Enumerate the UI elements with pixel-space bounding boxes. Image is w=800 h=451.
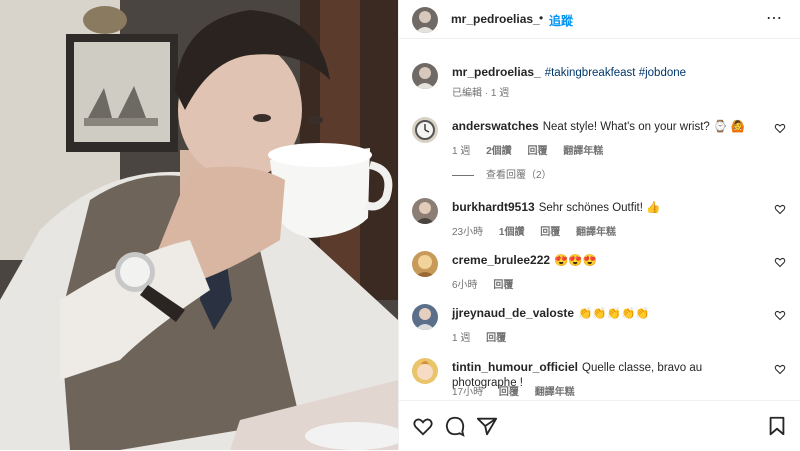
comment-body: Neat style! What's on your wrist? ⌚ 🙆	[542, 121, 745, 133]
comment-username[interactable]: creme_brulee222	[452, 253, 550, 267]
post-header: mr_pedroelias_ • 追蹤 ⋯	[399, 0, 800, 39]
caption-text: mr_pedroelias_ #takingbreakfeast #jobdone	[452, 65, 767, 81]
person-avatar-icon	[415, 11, 435, 33]
comment-text: creme_brulee222 😍😍😍	[452, 253, 767, 269]
comment-text: anderswatches Neat style! What's on your …	[452, 119, 767, 135]
comment-meta: 23小時 1個讚 回覆 翻譯年糕	[452, 223, 629, 238]
post-photo[interactable]	[0, 0, 398, 450]
replies-divider	[452, 174, 474, 176]
like-heart-icon[interactable]	[774, 256, 786, 268]
reply-button[interactable]: 回覆	[486, 333, 506, 344]
comment-body: Sehr schönes Outfit! 👍	[538, 202, 661, 214]
comment-meta: 1 週 回覆	[452, 329, 519, 344]
photo-illustration	[0, 0, 398, 450]
person-avatar-icon	[415, 308, 435, 330]
person-avatar-icon	[415, 202, 435, 224]
bookmark-icon[interactable]	[766, 415, 788, 437]
comment-meta: 6小時 回覆	[452, 276, 526, 291]
author-avatar[interactable]	[412, 63, 438, 89]
comment-likes[interactable]: 2個讚	[486, 146, 512, 157]
view-replies-label: 查看回覆（2）	[486, 170, 552, 181]
comment-username[interactable]: tintin_humour_officiel	[452, 360, 578, 374]
caption-username[interactable]: mr_pedroelias_	[452, 65, 541, 79]
commenter-avatar[interactable]	[412, 198, 438, 224]
comment-time: 6小時	[452, 280, 478, 291]
comment-time: 1 週	[452, 146, 471, 157]
commenter-avatar[interactable]	[412, 358, 438, 384]
comment-time: 23小時	[452, 227, 484, 238]
separator-dot: •	[539, 11, 544, 25]
like-heart-icon[interactable]	[774, 122, 786, 134]
more-options-icon[interactable]: ⋯	[766, 8, 783, 28]
comment-body: 👏👏👏👏👏	[578, 308, 650, 320]
person-avatar-icon	[415, 67, 435, 89]
comment-username[interactable]: jjreynaud_de_valoste	[452, 306, 574, 320]
comment-username[interactable]: anderswatches	[452, 119, 539, 133]
commenter-avatar[interactable]	[412, 304, 438, 330]
author-avatar[interactable]	[412, 7, 438, 33]
comment-text: burkhardt9513 Sehr schönes Outfit! 👍	[452, 200, 767, 216]
like-heart-icon[interactable]	[774, 309, 786, 321]
comment-username[interactable]: burkhardt9513	[452, 200, 535, 214]
comment-likes[interactable]: 1個讚	[499, 227, 525, 238]
comment-meta: 17小時 回覆 翻譯年糕	[452, 383, 588, 398]
like-icon[interactable]	[412, 415, 434, 437]
commenter-avatar[interactable]	[412, 251, 438, 277]
reply-button[interactable]: 回覆	[493, 280, 513, 291]
comment-text: jjreynaud_de_valoste 👏👏👏👏👏	[452, 306, 767, 322]
reply-button[interactable]: 回覆	[540, 227, 560, 238]
post-actions	[399, 400, 800, 451]
comment-body: 😍😍😍	[554, 255, 598, 267]
post-panel: mr_pedroelias_ • 追蹤 ⋯ mr_pedroelias_ #tak…	[398, 0, 800, 450]
reply-button[interactable]: 回覆	[499, 387, 519, 398]
translate-button[interactable]: 翻譯年糕	[535, 387, 575, 398]
view-replies-button[interactable]: 查看回覆（2）	[452, 166, 552, 181]
comments-list[interactable]: mr_pedroelias_ #takingbreakfeast #jobdone…	[399, 38, 800, 400]
reply-button[interactable]: 回覆	[527, 146, 547, 157]
follow-button[interactable]: 追蹤	[549, 12, 573, 29]
comment-icon[interactable]	[444, 415, 466, 437]
comment-time: 1 週	[452, 333, 471, 344]
watch-avatar-icon	[415, 120, 435, 140]
translate-button[interactable]: 翻譯年糕	[576, 227, 616, 238]
caption-hashtags[interactable]: #takingbreakfeast #jobdone	[545, 67, 686, 79]
commenter-avatar[interactable]	[412, 117, 438, 143]
like-heart-icon[interactable]	[774, 203, 786, 215]
translate-button[interactable]: 翻譯年糕	[563, 146, 603, 157]
person-avatar-icon	[415, 255, 435, 277]
like-heart-icon[interactable]	[774, 363, 786, 375]
comment-meta: 1 週 2個讚 回覆 翻譯年糕	[452, 142, 616, 157]
comment-time: 17小時	[452, 387, 484, 398]
author-username[interactable]: mr_pedroelias_	[451, 12, 540, 26]
cartoon-avatar-icon	[417, 361, 433, 380]
caption-meta: 已編輯 · 1 週	[452, 88, 510, 99]
share-icon[interactable]	[476, 415, 498, 437]
